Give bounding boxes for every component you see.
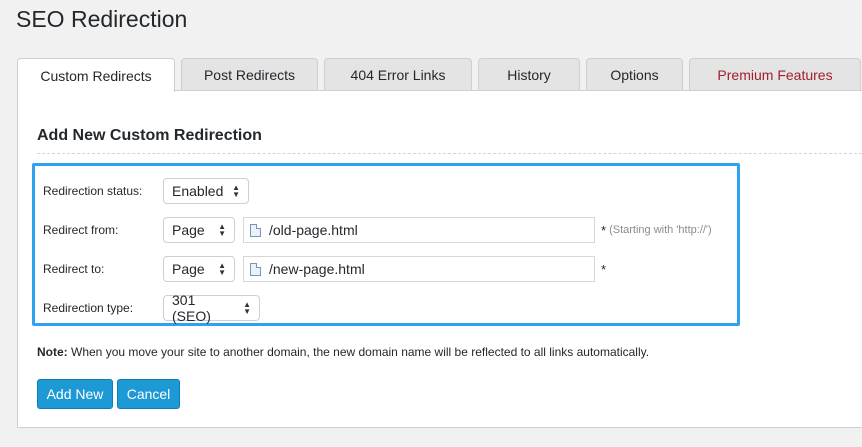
note-text: Note: When you move your site to another…: [37, 345, 649, 359]
divider: [37, 153, 862, 154]
redirect-to-row: Redirect to: Page ▲ ▼ /new-page.html *: [43, 256, 606, 282]
select-arrows-icon: ▲ ▼: [232, 183, 240, 199]
redirect-type-value: 301 (SEO): [172, 292, 211, 324]
add-new-button[interactable]: Add New: [37, 379, 113, 409]
status-select-value: Enabled: [172, 183, 224, 199]
redirect-to-input[interactable]: /new-page.html: [243, 256, 595, 282]
status-select[interactable]: Enabled ▲ ▼: [163, 178, 249, 204]
redirect-to-type-value: Page: [172, 261, 205, 277]
redirect-from-input[interactable]: /old-page.html: [243, 217, 595, 243]
tab-premium-features[interactable]: Premium Features: [689, 58, 861, 91]
select-arrows-icon: ▲ ▼: [218, 222, 226, 238]
tab-history[interactable]: History: [478, 58, 580, 91]
redirect-type-row: Redirection type: 301 (SEO) ▲ ▼: [43, 292, 260, 324]
redirect-from-type-select[interactable]: Page ▲ ▼: [163, 217, 235, 243]
select-arrows-icon: ▲ ▼: [218, 261, 226, 277]
file-icon: [250, 223, 261, 237]
section-title: Add New Custom Redirection: [37, 127, 262, 144]
file-icon: [250, 262, 261, 276]
select-arrows-icon: ▲ ▼: [243, 300, 251, 316]
page-title: SEO Redirection: [16, 6, 188, 32]
redirect-from-type-value: Page: [172, 222, 205, 238]
status-label: Redirection status:: [43, 184, 143, 198]
redirect-from-value: /old-page.html: [269, 222, 358, 238]
note-body: When you move your site to another domai…: [67, 345, 650, 359]
status-row: Redirection status: Enabled ▲ ▼: [43, 178, 249, 204]
redirect-from-row: Redirect from: Page ▲ ▼ /old-page.html * …: [43, 217, 712, 243]
redirect-type-label: Redirection type:: [43, 301, 134, 315]
tab-post-redirects[interactable]: Post Redirects: [181, 58, 318, 91]
tab-panel: Add New Custom Redirection Redirection s…: [17, 90, 862, 428]
redirection-form: Redirection status: Enabled ▲ ▼ Redirect …: [32, 163, 740, 326]
tab-options[interactable]: Options: [586, 58, 683, 91]
redirect-to-value: /new-page.html: [269, 261, 365, 277]
tab-404-error-links[interactable]: 404 Error Links: [324, 58, 472, 91]
required-marker: *: [601, 261, 607, 277]
redirect-type-select[interactable]: 301 (SEO) ▲ ▼: [163, 292, 260, 324]
redirect-to-type-select[interactable]: Page ▲ ▼: [163, 256, 235, 282]
required-marker: *: [601, 222, 607, 238]
tab-bar: Custom Redirects Post Redirects 404 Erro…: [17, 58, 861, 92]
tab-custom-redirects[interactable]: Custom Redirects: [17, 58, 175, 92]
redirect-to-label: Redirect to:: [43, 262, 105, 276]
redirect-from-hint: (Starting with 'http://'): [609, 224, 712, 236]
cancel-button[interactable]: Cancel: [117, 379, 180, 409]
redirect-from-label: Redirect from:: [43, 223, 119, 237]
note-prefix: Note:: [37, 345, 68, 359]
